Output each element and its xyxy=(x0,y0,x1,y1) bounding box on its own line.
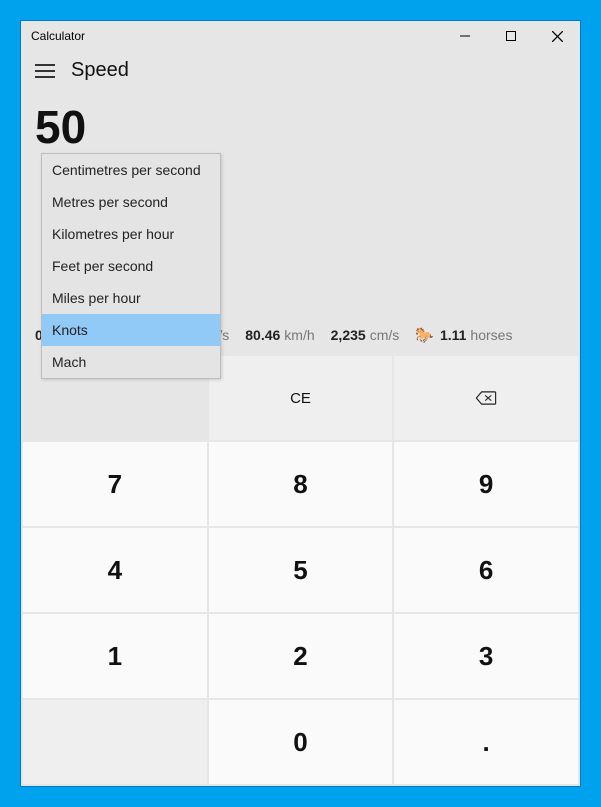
unit-option[interactable]: Mach xyxy=(42,346,220,378)
key-9[interactable]: 9 xyxy=(394,442,578,526)
minimize-button[interactable] xyxy=(442,21,488,51)
unit-option[interactable]: Knots xyxy=(42,314,220,346)
conv-kmh: 80.46 km/h xyxy=(245,327,314,343)
key-0[interactable]: 0 xyxy=(209,700,393,784)
horse-icon: 🐎 xyxy=(415,326,434,344)
backspace-icon xyxy=(475,391,497,405)
backspace-button[interactable] xyxy=(394,356,578,440)
hamburger-menu-icon[interactable] xyxy=(35,64,55,78)
key-3[interactable]: 3 xyxy=(394,614,578,698)
unit-option[interactable]: Miles per hour xyxy=(42,282,220,314)
key-4[interactable]: 4 xyxy=(23,528,207,612)
conv-horses: 🐎 1.11 horses xyxy=(415,326,512,344)
key-6[interactable]: 6 xyxy=(394,528,578,612)
keypad: CE 7 8 9 4 5 6 1 2 3 0 . xyxy=(21,354,580,786)
titlebar: Calculator xyxy=(21,21,580,51)
unit-option[interactable]: Centimetres per second xyxy=(42,154,220,186)
header: Speed xyxy=(21,51,580,100)
unit-option[interactable]: Metres per second xyxy=(42,186,220,218)
key-blank xyxy=(23,700,207,784)
input-value: 50 xyxy=(35,100,86,154)
maximize-button[interactable] xyxy=(488,21,534,51)
window-title: Calculator xyxy=(31,29,85,43)
unit-dropdown[interactable]: Centimetres per secondMetres per secondK… xyxy=(41,153,221,379)
key-5[interactable]: 5 xyxy=(209,528,393,612)
key-1[interactable]: 1 xyxy=(23,614,207,698)
conv-cms: 2,235 cm/s xyxy=(331,327,400,343)
unit-option[interactable]: Kilometres per hour xyxy=(42,218,220,250)
close-button[interactable] xyxy=(534,21,580,51)
key-7[interactable]: 7 xyxy=(23,442,207,526)
key-decimal[interactable]: . xyxy=(394,700,578,784)
key-2[interactable]: 2 xyxy=(209,614,393,698)
mode-title: Speed xyxy=(71,59,129,82)
calculator-window: Calculator Speed 50 0.07 M 22.35 m/s 73.… xyxy=(20,20,581,787)
key-8[interactable]: 8 xyxy=(209,442,393,526)
clear-entry-button[interactable]: CE xyxy=(209,356,393,440)
unit-option[interactable]: Feet per second xyxy=(42,250,220,282)
